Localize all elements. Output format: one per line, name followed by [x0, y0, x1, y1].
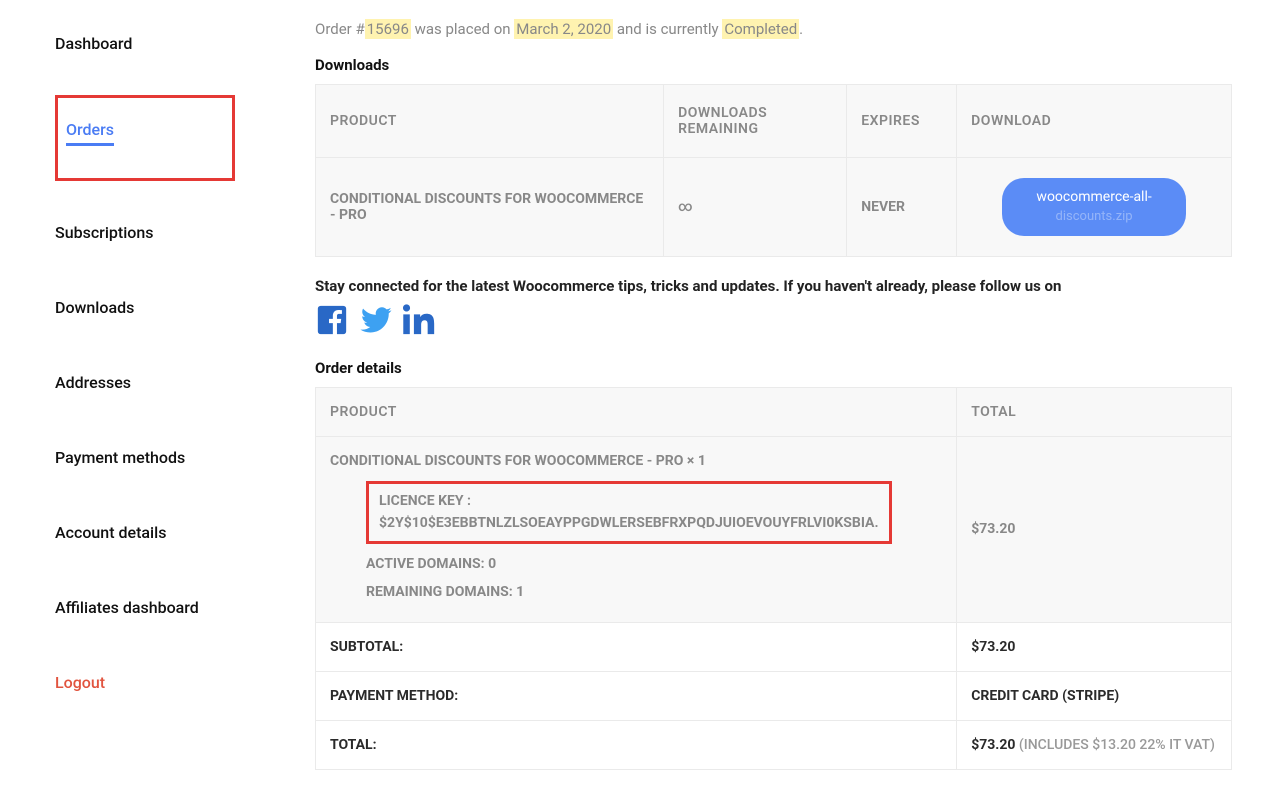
sidebar-item-affiliates[interactable]: Affiliates dashboard [55, 584, 245, 631]
sidebar-item-addresses[interactable]: Addresses [55, 359, 245, 406]
downloads-heading: Downloads [315, 56, 1232, 74]
licence-key-value: $2Y$10$E3EBBTNLZLSOEAYPPGDWLERSEBFRXPQDJ… [379, 512, 879, 534]
download-product: CONDITIONAL DISCOUNTS FOR WOOCOMMERCE - … [316, 158, 664, 257]
col-remaining: DOWNLOADS REMAINING [664, 85, 847, 158]
sidebar-item-dashboard[interactable]: Dashboard [55, 20, 245, 67]
highlight-annotation-licence: LICENCE KEY : $2Y$10$E3EBBTNLZLSOEAYPPGD… [366, 481, 892, 544]
order-number: 15696 [365, 19, 411, 39]
sidebar-item-logout[interactable]: Logout [55, 659, 245, 706]
order-date: March 2, 2020 [514, 19, 613, 39]
twitter-icon[interactable] [359, 303, 393, 341]
payment-method-value: CREDIT CARD (STRIPE) [957, 671, 1232, 720]
social-prompt: Stay connected for the latest Woocommerc… [315, 277, 1232, 295]
subtotal-value: $73.20 [957, 622, 1232, 671]
line-item-total: $73.20 [957, 436, 1232, 622]
col-expires: EXPIRES [847, 85, 957, 158]
sidebar-item-orders[interactable]: Orders [66, 106, 114, 146]
details-line-item: CONDITIONAL DISCOUNTS FOR WOOCOMMERCE - … [316, 436, 1232, 622]
col-download: DOWNLOAD [957, 85, 1232, 158]
download-remaining: ∞ [664, 158, 847, 257]
download-expires: NEVER [847, 158, 957, 257]
subtotal-label: SUBTOTAL: [316, 622, 957, 671]
sidebar-item-downloads[interactable]: Downloads [55, 284, 245, 331]
main-content: Order #15696 was placed on March 2, 2020… [315, 20, 1232, 770]
account-sidebar: Dashboard Orders Subscriptions Downloads… [55, 20, 245, 770]
line-item-name: CONDITIONAL DISCOUNTS FOR WOOCOMMERCE - … [330, 453, 942, 469]
highlight-annotation-orders: Orders [55, 95, 235, 181]
sidebar-item-payment-methods[interactable]: Payment methods [55, 434, 245, 481]
remaining-domains: REMAINING DOMAINS: 1 [366, 578, 942, 606]
col-product: PRODUCT [316, 85, 664, 158]
order-status: Completed [722, 19, 799, 39]
sidebar-item-account-details[interactable]: Account details [55, 509, 245, 556]
download-button[interactable]: woocommerce-all- discounts.zip [1002, 178, 1185, 236]
total-label: TOTAL: [316, 720, 957, 769]
sidebar-item-subscriptions[interactable]: Subscriptions [55, 209, 245, 256]
active-domains: ACTIVE DOMAINS: 0 [366, 550, 942, 578]
order-details-heading: Order details [315, 359, 1232, 377]
total-value: $73.20 (INCLUDES $13.20 22% IT VAT) [957, 720, 1232, 769]
payment-method-label: PAYMENT METHOD: [316, 671, 957, 720]
downloads-table: PRODUCT DOWNLOADS REMAINING EXPIRES DOWN… [315, 84, 1232, 257]
licence-key-label: LICENCE KEY : [379, 490, 879, 512]
details-col-total: TOTAL [957, 387, 1232, 436]
order-status-line: Order #15696 was placed on March 2, 2020… [315, 20, 1232, 38]
download-row: CONDITIONAL DISCOUNTS FOR WOOCOMMERCE - … [316, 158, 1232, 257]
facebook-icon[interactable] [315, 303, 349, 341]
order-details-table: PRODUCT TOTAL CONDITIONAL DISCOUNTS FOR … [315, 387, 1232, 770]
details-col-product: PRODUCT [316, 387, 957, 436]
linkedin-icon[interactable] [403, 303, 437, 341]
